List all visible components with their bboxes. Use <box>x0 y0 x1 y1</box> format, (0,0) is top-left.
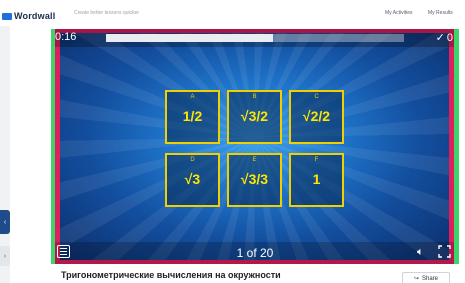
activity-title: Тригонометрические вычисления на окружно… <box>61 270 281 280</box>
fullscreen-icon[interactable] <box>438 245 451 258</box>
frame-border-right <box>454 29 459 264</box>
tile-value: √3 <box>184 171 201 187</box>
tile-letter: E <box>252 157 257 163</box>
answer-tile-a[interactable]: A 1/2 <box>165 90 220 144</box>
progress-bar <box>106 34 273 42</box>
side-panel-tab-secondary[interactable]: › <box>0 246 10 266</box>
answer-tile-f[interactable]: F 1 <box>289 153 344 207</box>
check-icon: ✓ <box>435 32 445 44</box>
tagline: Create better lessons quicker <box>74 10 140 16</box>
my-results-link[interactable]: My Results <box>428 10 453 16</box>
game-frame: A 1/2 B √3/2 C √2/2 D √3 E √3/3 F 1 0:16… <box>51 29 459 264</box>
chevron-left-icon: ‹ <box>3 218 7 226</box>
answer-tile-e[interactable]: E √3/3 <box>227 153 282 207</box>
answer-tile-b[interactable]: B √3/2 <box>227 90 282 144</box>
share-icon: ↪ <box>413 276 419 282</box>
tile-value: 1/2 <box>182 108 203 124</box>
logo-icon <box>2 12 12 20</box>
background-rays <box>60 33 449 260</box>
tile-value: 1 <box>312 171 321 187</box>
page: Wordwall Create better lessons quicker M… <box>0 0 465 283</box>
tile-letter: A <box>190 94 195 100</box>
top-bar: Wordwall Create better lessons quicker M… <box>0 0 465 26</box>
question-counter: 1 of 20 <box>236 246 274 260</box>
logo-text: Wordwall <box>14 11 56 21</box>
sound-icon[interactable]: 🔈︎ <box>417 246 424 259</box>
my-activities-link[interactable]: My Activities <box>385 10 413 16</box>
score: ✓ 0 <box>435 31 453 45</box>
game-stage: A 1/2 B √3/2 C √2/2 D √3 E √3/3 F 1 <box>60 33 449 260</box>
timer: 0:16 <box>55 31 77 43</box>
answer-tile-c[interactable]: C √2/2 <box>289 90 344 144</box>
tile-value: √2/2 <box>302 108 331 124</box>
left-margin <box>0 26 10 283</box>
chevron-right-icon: › <box>3 252 7 260</box>
tile-letter: D <box>190 157 195 163</box>
tile-letter: F <box>314 157 319 163</box>
tile-letter: B <box>252 94 257 100</box>
wordwall-logo[interactable]: Wordwall <box>2 9 55 23</box>
score-value: 0 <box>446 31 453 44</box>
share-label: Share <box>422 275 439 282</box>
tile-value: √3/2 <box>240 108 269 124</box>
share-button[interactable]: ↪ Share <box>402 272 450 283</box>
side-panel-tab[interactable]: ‹ <box>0 210 10 234</box>
answer-tile-d[interactable]: D √3 <box>165 153 220 207</box>
tile-letter: C <box>314 94 319 100</box>
tile-value: √3/3 <box>240 171 269 187</box>
